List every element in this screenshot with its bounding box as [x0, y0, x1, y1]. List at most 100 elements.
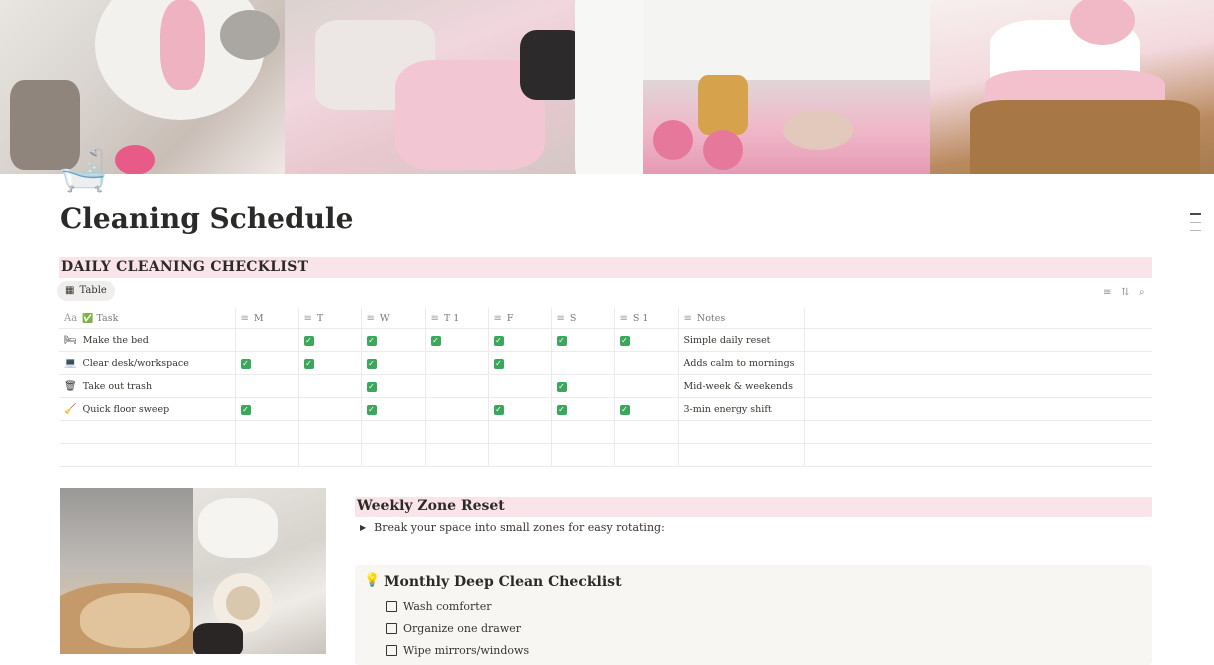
- empty-cell[interactable]: [361, 420, 426, 444]
- decor-image-brush-coffee[interactable]: [60, 488, 326, 654]
- toggle-triangle-icon[interactable]: ▶: [360, 523, 366, 532]
- empty-cell[interactable]: [59, 420, 236, 444]
- column-header-m[interactable]: ≡ M: [235, 308, 299, 329]
- table-of-contents-indicator[interactable]: [1190, 213, 1201, 238]
- task-cell[interactable]: 🛏 Make the bed: [59, 328, 236, 352]
- check-mark-icon: ✓: [556, 335, 567, 346]
- todo-checkbox[interactable]: [386, 601, 397, 612]
- lightbulb-icon[interactable]: 💡: [364, 573, 380, 588]
- day-cell[interactable]: ✓: [425, 328, 489, 352]
- todo-item[interactable]: Organize one drawer: [386, 622, 521, 635]
- empty-cell[interactable]: [678, 420, 805, 444]
- empty-cell[interactable]: [551, 420, 615, 444]
- empty-cell[interactable]: [488, 420, 552, 444]
- column-header-s1[interactable]: ≡ S 1: [614, 308, 679, 329]
- day-cell[interactable]: ✓: [488, 397, 552, 421]
- day-cell[interactable]: [425, 374, 489, 398]
- bathtub-icon[interactable]: 🛁: [58, 146, 112, 196]
- daily-heading-block[interactable]: DAILY CLEANING CHECKLIST: [59, 257, 1152, 278]
- notes-cell[interactable]: Simple daily reset: [678, 328, 805, 352]
- day-cell[interactable]: [298, 374, 362, 398]
- day-cell[interactable]: [488, 374, 552, 398]
- empty-cell[interactable]: [298, 443, 362, 467]
- day-cell[interactable]: [614, 374, 679, 398]
- day-cell[interactable]: ✓: [235, 397, 299, 421]
- todo-label: Wash comforter: [403, 600, 492, 613]
- empty-table-row[interactable]: [59, 420, 1152, 444]
- column-header-w[interactable]: ≡ W: [361, 308, 426, 329]
- todo-item[interactable]: Wipe mirrors/windows: [386, 644, 529, 657]
- view-tab-table[interactable]: ▦ Table: [57, 281, 115, 301]
- empty-cell[interactable]: [425, 420, 489, 444]
- day-cell[interactable]: [614, 351, 679, 375]
- day-cell[interactable]: ✓: [361, 374, 426, 398]
- column-header-t1[interactable]: ≡ T 1: [425, 308, 489, 329]
- day-cell[interactable]: ✓: [488, 351, 552, 375]
- page-title[interactable]: Cleaning Schedule: [60, 202, 353, 235]
- weekly-heading-block[interactable]: Weekly Zone Reset: [355, 497, 1152, 517]
- empty-cell: [804, 420, 1152, 444]
- day-cell[interactable]: ✓: [614, 397, 679, 421]
- day-cell[interactable]: ✓: [551, 328, 615, 352]
- empty-cell[interactable]: [59, 443, 236, 467]
- search-icon[interactable]: ⌕: [1139, 287, 1145, 298]
- day-cell[interactable]: ✓: [361, 351, 426, 375]
- day-cell[interactable]: [235, 328, 299, 352]
- task-cell[interactable]: 🗑 Take out trash: [59, 374, 236, 398]
- notes-cell[interactable]: Adds calm to mornings: [678, 351, 805, 375]
- todo-label: Organize one drawer: [403, 622, 522, 635]
- empty-cell[interactable]: [298, 420, 362, 444]
- todo-item[interactable]: Wash comforter: [386, 600, 492, 613]
- day-cell[interactable]: [425, 351, 489, 375]
- table-row[interactable]: 🛏 Make the bed ✓ ✓ ✓ ✓ ✓ ✓ Simple daily reset: [59, 328, 1152, 352]
- notes-cell[interactable]: 3-min energy shift: [678, 397, 805, 421]
- column-header-task[interactable]: Aa ✅ Task: [59, 308, 236, 329]
- column-header-f[interactable]: ≡ F: [488, 308, 552, 329]
- cover-photo-makeup-brushes: [0, 0, 285, 174]
- day-cell[interactable]: ✓: [298, 351, 362, 375]
- day-cell[interactable]: ✓: [551, 374, 615, 398]
- cover-image[interactable]: [0, 0, 1214, 174]
- column-header-notes[interactable]: ≡ Notes: [678, 308, 805, 329]
- text-property-icon: ≡: [240, 312, 249, 324]
- task-name: Take out trash: [82, 380, 153, 392]
- column-header-t[interactable]: ≡ T: [298, 308, 362, 329]
- day-cell[interactable]: ✓: [298, 328, 362, 352]
- text-property-icon: ≡: [556, 312, 565, 324]
- empty-cell[interactable]: [425, 443, 489, 467]
- cover-photo-towel-basket: [930, 0, 1214, 174]
- table-row[interactable]: 🧹 Quick floor sweep ✓ ✓ ✓ ✓ ✓ 3-min energy shif…: [59, 397, 1152, 421]
- day-cell[interactable]: ✓: [361, 397, 426, 421]
- monthly-callout[interactable]: 💡 Monthly Deep Clean Checklist Wash comf…: [355, 565, 1152, 665]
- day-cell[interactable]: ✓: [361, 328, 426, 352]
- empty-cell[interactable]: [235, 443, 299, 467]
- check-mark-icon: ✓: [619, 335, 630, 346]
- task-cell[interactable]: 💻 Clear desk/workspace: [59, 351, 236, 375]
- empty-table-row[interactable]: [59, 443, 1152, 467]
- day-cell[interactable]: ✓: [235, 351, 299, 375]
- empty-cell[interactable]: [235, 420, 299, 444]
- empty-cell[interactable]: [614, 443, 679, 467]
- day-cell[interactable]: [298, 397, 362, 421]
- day-cell[interactable]: [425, 397, 489, 421]
- day-cell[interactable]: [551, 351, 615, 375]
- sort-icon[interactable]: ⇅: [1121, 287, 1129, 298]
- table-row[interactable]: 💻 Clear desk/workspace ✓ ✓ ✓ ✓ Adds calm to mo…: [59, 351, 1152, 375]
- column-header-s[interactable]: ≡ S: [551, 308, 615, 329]
- empty-cell[interactable]: [488, 443, 552, 467]
- task-cell[interactable]: 🧹 Quick floor sweep: [59, 397, 236, 421]
- weekly-zone-toggle[interactable]: ▶ Break your space into small zones for …: [360, 521, 665, 534]
- empty-cell[interactable]: [678, 443, 805, 467]
- day-cell[interactable]: [235, 374, 299, 398]
- day-cell[interactable]: ✓: [488, 328, 552, 352]
- notes-cell[interactable]: Mid-week & weekends: [678, 374, 805, 398]
- todo-checkbox[interactable]: [386, 645, 397, 656]
- filter-icon[interactable]: ≡: [1103, 287, 1111, 298]
- table-row[interactable]: 🗑 Take out trash ✓ ✓ Mid-week & weekends: [59, 374, 1152, 398]
- empty-cell[interactable]: [361, 443, 426, 467]
- empty-cell[interactable]: [614, 420, 679, 444]
- todo-checkbox[interactable]: [386, 623, 397, 634]
- day-cell[interactable]: ✓: [614, 328, 679, 352]
- empty-cell[interactable]: [551, 443, 615, 467]
- day-cell[interactable]: ✓: [551, 397, 615, 421]
